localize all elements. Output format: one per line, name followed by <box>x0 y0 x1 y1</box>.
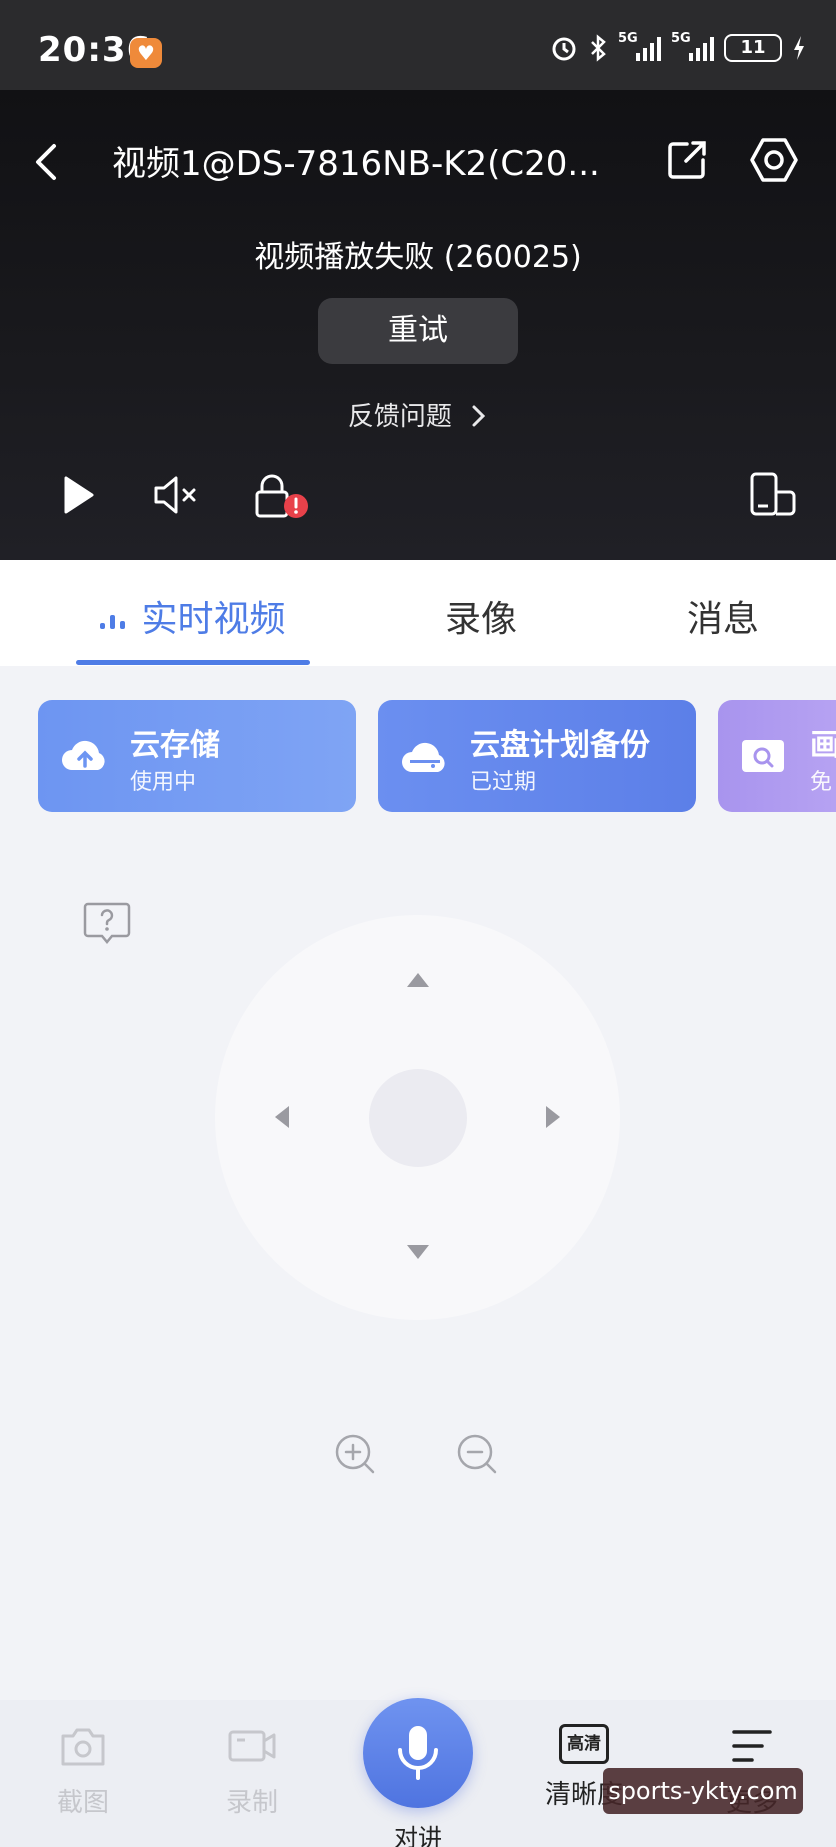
card-status: 免 <box>810 770 833 795</box>
system-icons: 5G 5G 11 <box>550 31 806 62</box>
image-search-icon <box>742 740 784 772</box>
app-notification-icon: ♥ <box>130 38 162 68</box>
feedback-label: 反馈问题 <box>347 402 452 432</box>
screenshot-button[interactable]: 截图 <box>28 1724 138 1819</box>
screenshot-label: 截图 <box>56 1788 109 1818</box>
card-title: 云存储 <box>130 728 220 763</box>
image-service-card[interactable]: 画 免 <box>718 700 836 812</box>
zoom-out-icon[interactable] <box>455 1432 499 1476</box>
cloud-backup-card[interactable]: 云盘计划备份 已过期 <box>378 700 696 812</box>
chevron-right-icon <box>472 405 486 427</box>
signal-label: 5G <box>618 31 638 46</box>
cloud-upload-icon <box>62 740 105 770</box>
active-tab-indicator <box>76 660 310 665</box>
mute-icon[interactable] <box>150 470 200 520</box>
bluetooth-icon <box>591 34 606 62</box>
ptz-left-arrow-icon[interactable] <box>275 1106 289 1128</box>
tab-recordings[interactable]: 录像 <box>445 590 517 642</box>
menu-lines-icon <box>732 1730 772 1762</box>
talk-button[interactable] <box>363 1698 473 1808</box>
card-title: 云盘计划备份 <box>470 728 650 763</box>
video-player[interactable]: 视频1@DS-7816NB-K2(C20... 视频播放失败 (260025) … <box>0 90 836 560</box>
status-bar: 20:36 ♥ 5G 5G 11 <box>0 0 836 90</box>
camera-title: 视频1@DS-7816NB-K2(C20... <box>112 144 600 184</box>
feedback-link[interactable]: 反馈问题 <box>0 396 836 433</box>
record-button[interactable]: 录制 <box>197 1724 307 1819</box>
ptz-right-arrow-icon[interactable] <box>546 1106 560 1128</box>
microphone-icon <box>398 1726 438 1780</box>
privacy-lock-icon[interactable] <box>252 470 312 520</box>
external-link-icon[interactable] <box>665 138 709 182</box>
signal-label: 5G <box>671 31 691 46</box>
back-icon[interactable] <box>30 140 64 184</box>
talk-label: 对讲 <box>394 1824 442 1847</box>
view-tabs: 实时视频 录像 消息 <box>0 560 836 666</box>
record-label: 录制 <box>225 1788 278 1818</box>
ptz-joystick[interactable] <box>215 915 620 1320</box>
card-status: 使用中 <box>130 770 197 795</box>
playback-error-message: 视频播放失败 (260025) <box>254 240 582 275</box>
watermark: sports-ykty.com <box>603 1768 803 1814</box>
card-title: 画 <box>810 728 836 763</box>
signal-icon: 5G <box>671 31 714 61</box>
help-icon[interactable] <box>82 900 132 946</box>
tab-label: 实时视频 <box>141 599 286 640</box>
joystick-handle[interactable] <box>369 1069 467 1167</box>
hd-badge-icon: 高清 <box>559 1724 609 1764</box>
cloud-drive-icon <box>402 742 445 772</box>
zoom-in-icon[interactable] <box>333 1432 377 1476</box>
cloud-storage-card[interactable]: 云存储 使用中 <box>38 700 356 812</box>
play-icon[interactable] <box>60 470 96 520</box>
video-record-icon <box>228 1730 276 1762</box>
live-bars-icon <box>100 615 125 629</box>
camera-icon <box>61 1728 105 1766</box>
gear-icon[interactable] <box>748 134 800 186</box>
device-switch-icon[interactable] <box>748 470 798 520</box>
tab-live-video[interactable]: 实时视频 <box>96 590 285 642</box>
ptz-down-arrow-icon[interactable] <box>407 1245 429 1259</box>
retry-button[interactable]: 重试 <box>318 298 518 364</box>
battery-icon: 11 <box>724 34 782 62</box>
tab-messages[interactable]: 消息 <box>687 590 759 642</box>
ptz-up-arrow-icon[interactable] <box>407 973 429 987</box>
alarm-icon <box>552 37 576 61</box>
charging-icon <box>794 36 804 60</box>
card-status: 已过期 <box>470 770 537 795</box>
signal-icon: 5G <box>618 31 661 61</box>
